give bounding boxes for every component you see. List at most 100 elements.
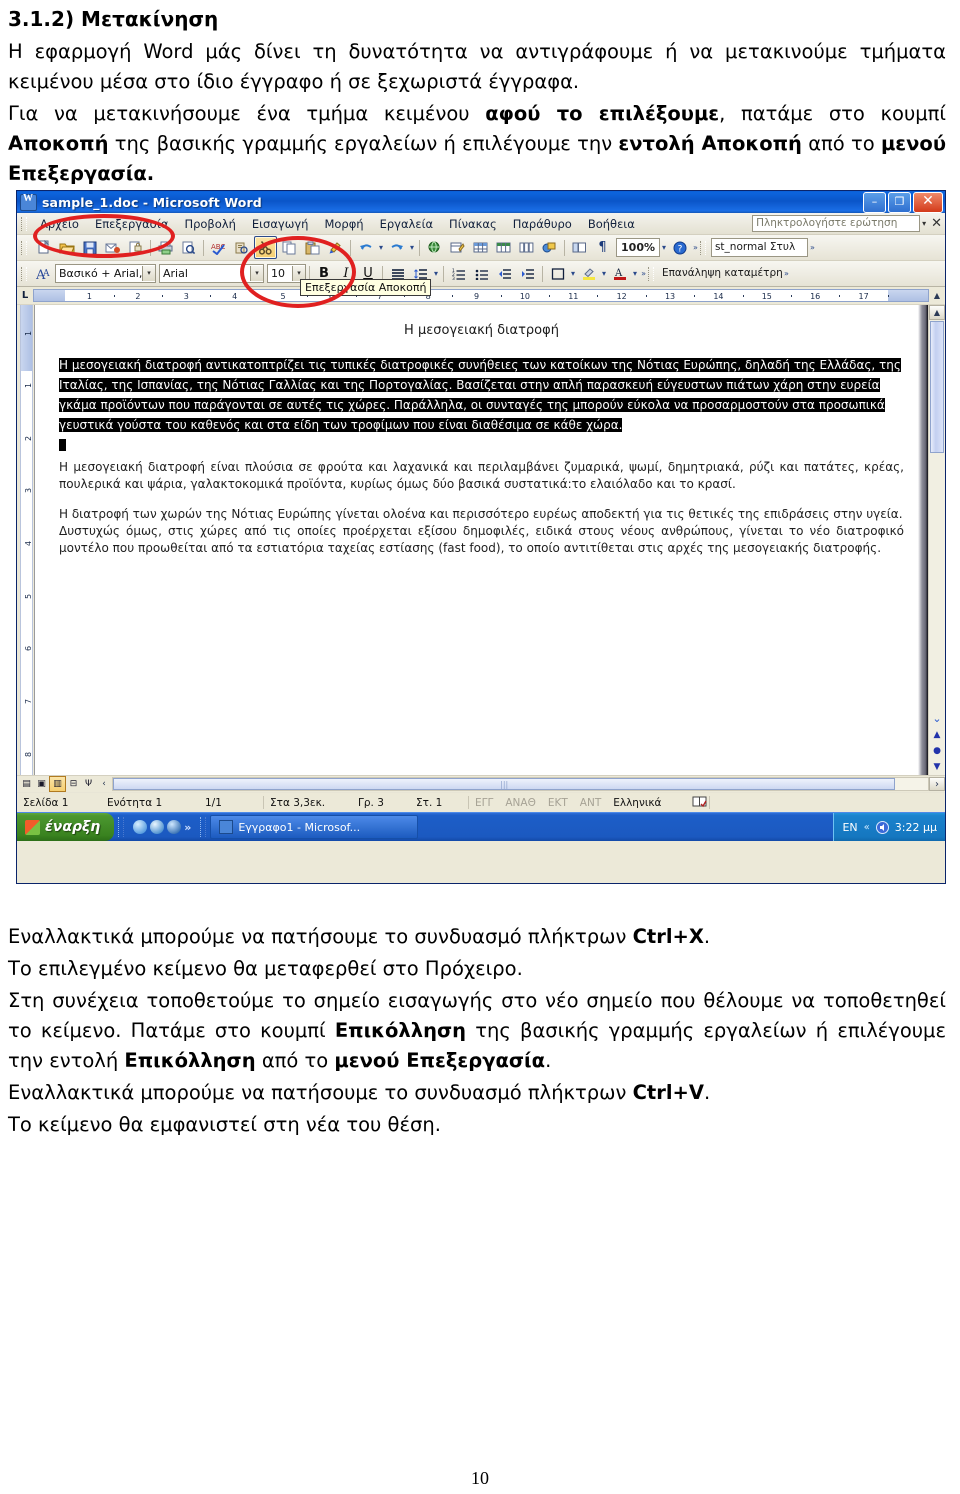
font-color-dropdown-icon[interactable]: ▾ — [631, 269, 639, 278]
print-preview-icon[interactable] — [178, 237, 199, 258]
status-indicator-ext[interactable]: ΕΚΤ — [542, 797, 574, 809]
print-icon[interactable] — [155, 237, 176, 258]
tables-and-borders-icon[interactable] — [447, 237, 468, 258]
menu-item-view[interactable]: Προβολή — [176, 215, 243, 233]
scroll-up-button[interactable]: ▲ — [929, 305, 945, 320]
selected-paragraph[interactable]: Η μεσογειακή διατροφή αντικατοπτρίζει τι… — [59, 358, 901, 432]
document-paragraph-1[interactable]: Η μεσογειακή διατροφή είναι πλούσια σε φ… — [59, 459, 904, 493]
vertical-ruler[interactable]: 1 1 2 3 4 5 6 7 8 — [17, 305, 34, 775]
status-indicator-trk[interactable]: ΑΝΑΘ — [499, 797, 542, 809]
menubar-grip[interactable] — [21, 216, 27, 231]
standard-toolbar-grip[interactable] — [21, 240, 27, 255]
print-layout-view-icon[interactable]: ▥ — [49, 776, 66, 792]
paste-icon[interactable] — [302, 237, 323, 258]
close-document-icon[interactable]: ✕ — [931, 216, 942, 231]
quick-launch-outlook-icon[interactable] — [133, 820, 148, 834]
document-page[interactable]: Η μεσογειακή διατροφή Η μεσογειακή διατρ… — [34, 305, 928, 775]
tray-expand-icon[interactable]: « — [864, 822, 870, 833]
horizontal-scroll-track[interactable] — [112, 777, 929, 791]
highlight-dropdown-icon[interactable]: ▾ — [600, 269, 608, 278]
menu-item-format[interactable]: Μορφή — [316, 215, 371, 233]
start-button[interactable]: έναρξη — [17, 813, 115, 841]
taskbar-item-word[interactable]: Εγγραφο1 - Microsof... — [210, 815, 419, 839]
horizontal-scroll-thumb[interactable] — [113, 778, 896, 790]
word-count-pane-label[interactable]: Επανάληψη καταμέτρησης — [659, 265, 782, 282]
columns-icon[interactable] — [516, 237, 537, 258]
document-paragraph-2[interactable]: Η διατροφή των χωρών της Νότιας Ευρώπης … — [59, 506, 904, 523]
chevron-down-icon[interactable]: ▾ — [142, 266, 155, 281]
vertical-scrollbar[interactable]: ▲ ⌄ ▲ ● ▼ — [928, 305, 945, 775]
open-folder-icon[interactable] — [56, 237, 77, 258]
menu-item-table[interactable]: Πίνακας — [441, 215, 505, 233]
redo-dropdown-icon[interactable]: ▾ — [408, 243, 416, 252]
menu-item-insert[interactable]: Εισαγωγή — [244, 215, 317, 233]
toolbar-overflow-icon[interactable]: » — [691, 243, 700, 252]
increase-indent-icon[interactable] — [517, 263, 538, 284]
tray-language-indicator[interactable]: EN — [842, 821, 857, 834]
decrease-indent-icon[interactable] — [494, 263, 515, 284]
spelling-check-icon[interactable]: ABC — [208, 237, 229, 258]
ask-a-question-input[interactable]: Πληκτρολογήστε ερώτηση — [752, 215, 921, 232]
chevron-down-icon[interactable]: ▾ — [250, 266, 263, 281]
chevron-down-icon[interactable]: ▾ — [922, 219, 926, 228]
styles-and-formatting-icon[interactable]: AA — [33, 263, 54, 284]
select-browse-object-icon[interactable]: ● — [931, 744, 944, 757]
formatting-toolbar-overflow-icon[interactable]: » — [639, 269, 648, 278]
help-icon[interactable]: ? — [669, 237, 690, 258]
insert-table-icon[interactable] — [470, 237, 491, 258]
right-pane-grip[interactable] — [647, 266, 654, 281]
borders-dropdown-icon[interactable]: ▾ — [569, 269, 577, 278]
tray-volume-icon[interactable] — [875, 820, 889, 834]
document-map-icon[interactable] — [569, 237, 590, 258]
tab-selector-button[interactable]: L — [17, 288, 33, 303]
reading-layout-view-icon[interactable]: Ψ — [81, 777, 96, 791]
selected-paragraph-wrapper[interactable]: Η μεσογειακή διατροφή αντικατοπτρίζει τι… — [59, 354, 904, 453]
email-icon[interactable] — [102, 237, 123, 258]
insert-excel-worksheet-icon[interactable] — [493, 237, 514, 258]
next-page-icon[interactable]: ▼ — [931, 760, 944, 773]
zoom-value[interactable]: 100% — [616, 238, 661, 257]
outline-view-icon[interactable]: ⊟ — [66, 777, 81, 791]
tray-clock[interactable]: 3:22 μμ — [895, 821, 937, 834]
scroll-up-icon[interactable]: ▲ — [929, 289, 945, 302]
web-layout-view-icon[interactable]: ▣ — [34, 777, 49, 791]
task-pane-grip[interactable] — [699, 240, 706, 255]
normal-view-icon[interactable]: ▤ — [19, 777, 34, 791]
numbered-list-icon[interactable]: 123 — [448, 263, 469, 284]
cut-icon[interactable] — [254, 236, 277, 259]
hscroll-left-button[interactable]: ‹ — [96, 777, 112, 791]
quick-launch-internet-explorer-icon[interactable] — [150, 820, 165, 834]
spell-check-status-icon[interactable] — [691, 795, 709, 811]
hyperlink-icon[interactable] — [424, 237, 445, 258]
copy-icon[interactable] — [279, 237, 300, 258]
quick-launch-media-player-icon[interactable] — [167, 820, 182, 834]
menu-item-edit[interactable]: Επεξεργασία — [87, 215, 176, 233]
save-icon[interactable] — [79, 237, 100, 258]
highlight-color-icon[interactable] — [578, 263, 599, 284]
show-formatting-marks-icon[interactable]: ¶ — [592, 237, 613, 258]
status-indicator-rec[interactable]: ΕΓΓ — [469, 797, 499, 809]
permission-icon[interactable] — [125, 237, 146, 258]
redo-icon[interactable] — [386, 237, 407, 258]
menu-item-file[interactable]: Αρχείο — [32, 215, 87, 233]
horizontal-ruler[interactable]: L 1 2 3 4 5 6 7 8 9 10 11 12 13 14 15 16 17 ▲ — [17, 287, 945, 305]
new-document-icon[interactable] — [33, 237, 54, 258]
undo-dropdown-icon[interactable]: ▾ — [377, 243, 385, 252]
style-pane-box[interactable]: st_normal Στυλ — [710, 238, 808, 257]
zoom-dropdown-icon[interactable]: ▾ — [660, 243, 668, 252]
format-painter-icon[interactable] — [325, 237, 346, 258]
quick-launch-overflow-icon[interactable]: » — [184, 821, 191, 834]
bulleted-list-icon[interactable] — [471, 263, 492, 284]
right-pane-overflow-icon[interactable]: » — [782, 269, 791, 278]
ruler-track[interactable]: 1 2 3 4 5 6 7 8 9 10 11 12 13 14 15 16 17 — [33, 289, 929, 302]
minimize-button[interactable]: – — [863, 191, 886, 213]
research-icon[interactable] — [231, 237, 252, 258]
scroll-down-button[interactable]: ⌄ — [931, 712, 944, 725]
formatting-toolbar-grip[interactable] — [21, 266, 27, 281]
style-pane-overflow-icon[interactable]: » — [808, 243, 817, 252]
menu-item-window[interactable]: Παράθυρο — [505, 215, 580, 233]
drawing-icon[interactable] — [539, 237, 560, 258]
status-language[interactable]: Ελληνικά — [607, 797, 691, 809]
menu-item-tools[interactable]: Εργαλεία — [372, 215, 441, 233]
style-combo[interactable]: Βασικό + Arial, ▾ — [55, 264, 156, 283]
